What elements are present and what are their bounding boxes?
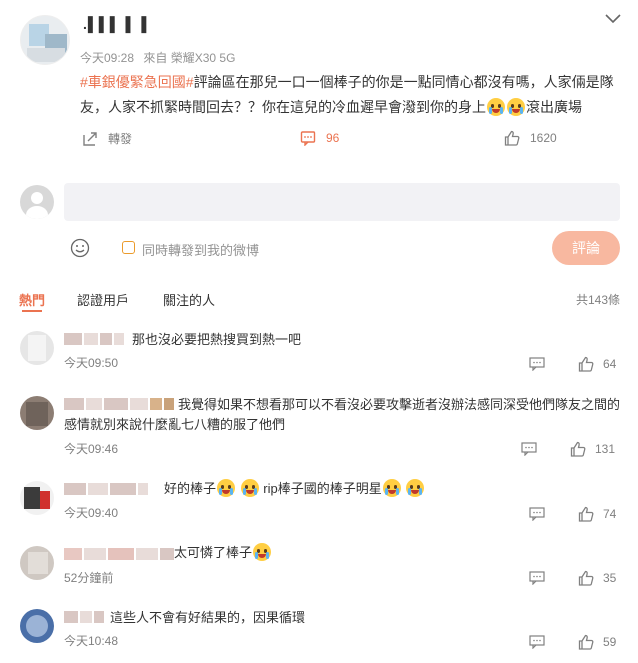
post-meta: 今天09:28 來自 榮耀X30 5G — [80, 49, 235, 66]
reply-icon[interactable] — [529, 507, 545, 521]
comment-like-count: 74 — [603, 507, 617, 521]
repost-checkbox-label[interactable]: 同時轉發到我的微博 — [142, 240, 259, 259]
reply-icon[interactable] — [529, 571, 545, 585]
crying-emoji-icon — [217, 479, 236, 497]
comment-time: 今天10:48 — [64, 634, 119, 648]
tab-following[interactable]: 關注的人 — [163, 290, 215, 309]
thumbs-up-icon — [570, 441, 586, 457]
chevron-down-icon[interactable] — [604, 12, 622, 26]
comment-text: 我覺得如果不想看那可以不看沒必要攻擊逝者沒辦法感同深受他們隊友之間的感情就別來說… — [64, 397, 621, 432]
author-username[interactable]: .▌▌▌ ▌ ▌ — [83, 16, 152, 32]
comment-like-count: 64 — [603, 357, 617, 371]
comment-time: 52分鐘前 — [64, 571, 114, 585]
commenter-name-redacted[interactable] — [64, 547, 174, 561]
comment-filter-tabs: 熱門 認證用戶 關注的人 共143條 — [0, 290, 638, 312]
crying-emoji-icon — [240, 479, 259, 497]
post-time[interactable]: 今天09:28 — [80, 51, 134, 65]
current-user-avatar — [20, 185, 54, 219]
comment-count: 96 — [326, 131, 340, 145]
comment-text-line: 好的棒子 rip棒子國的棒子明星 — [164, 479, 425, 498]
commenter-avatar[interactable] — [20, 481, 54, 515]
comment-like-count: 35 — [603, 571, 617, 585]
comment-input[interactable] — [64, 183, 620, 221]
like-button[interactable]: 1620 — [504, 130, 557, 146]
thumbs-up-icon — [578, 634, 594, 650]
emoji-picker-icon[interactable] — [70, 238, 90, 258]
repost-button[interactable]: 轉發 — [82, 130, 132, 147]
crying-emoji-icon — [253, 543, 272, 561]
commenter-avatar[interactable] — [20, 609, 54, 643]
commenter-avatar[interactable] — [20, 396, 54, 430]
comment-like-button[interactable]: 64 — [578, 356, 616, 372]
reply-icon[interactable] — [529, 635, 545, 649]
commenter-name-redacted[interactable] — [64, 482, 148, 496]
comment-like-button[interactable]: 74 — [578, 506, 616, 522]
submit-comment-button[interactable]: 評論 — [552, 231, 620, 265]
comment-like-button[interactable]: 131 — [570, 441, 615, 457]
crying-emoji-icon — [382, 479, 401, 497]
comment-text-part: rip棒子國的棒子明星 — [263, 481, 382, 496]
comment-button[interactable]: 96 — [300, 130, 339, 146]
comment-text: 太可憐了棒子 — [174, 545, 253, 560]
reply-icon[interactable] — [521, 442, 537, 456]
comment-like-count: 59 — [603, 635, 617, 649]
post-text-end: 滾出廣場 — [526, 99, 582, 115]
commenter-name-redacted[interactable] — [64, 610, 104, 624]
like-count: 1620 — [530, 131, 557, 145]
commenter-avatar[interactable] — [20, 331, 54, 365]
comment-like-count: 131 — [595, 442, 616, 456]
repost-checkbox[interactable] — [122, 241, 135, 254]
reply-icon[interactable] — [529, 357, 545, 371]
comment-text: 那也沒必要把熱搜買到熱一吧 — [132, 332, 302, 347]
comment-time: 今天09:40 — [64, 506, 119, 520]
thumbs-up-icon — [578, 356, 594, 372]
weibo-post: .▌▌▌ ▌ ▌ 今天09:28 來自 榮耀X30 5G #車銀優緊急回國#評論… — [0, 0, 638, 165]
crying-emoji-icon — [487, 98, 505, 116]
crying-emoji-icon — [507, 98, 525, 116]
post-actions: 轉發 96 1620 — [0, 130, 638, 154]
post-content: #車銀優緊急回國#評論區在那兒一口一個棒子的你是一點同情心都沒有嗎，人家倆是隊友… — [80, 70, 625, 120]
thumbs-up-icon — [504, 130, 520, 146]
comment-like-button[interactable]: 35 — [578, 570, 616, 586]
comment-text-part: 好的棒子 — [164, 481, 217, 496]
comment-text: 這些人不會有好結果的，因果循環 — [110, 610, 306, 625]
comment-time: 今天09:50 — [64, 356, 119, 370]
post-source: 來自 榮耀X30 5G — [143, 51, 236, 65]
tab-verified-users[interactable]: 認證用戶 — [77, 290, 129, 309]
comment-text-line: 太可憐了棒子 — [174, 543, 272, 562]
repost-label: 轉發 — [108, 132, 133, 146]
comment-total: 共143條 — [575, 293, 620, 307]
commenter-name-redacted[interactable] — [64, 332, 124, 346]
comment-icon — [300, 131, 316, 146]
comment-like-button[interactable]: 59 — [578, 634, 616, 650]
comment-time: 今天09:46 — [64, 442, 119, 456]
thumbs-up-icon — [578, 570, 594, 586]
thumbs-up-icon — [578, 506, 594, 522]
author-avatar[interactable] — [20, 15, 70, 65]
hashtag-link[interactable]: #車銀優緊急回國# — [80, 74, 194, 90]
repost-icon — [83, 131, 97, 146]
comment-composer: 同時轉發到我的微博 評論 — [0, 183, 638, 273]
commenter-avatar[interactable] — [20, 546, 54, 580]
tab-hot[interactable]: 熱門 — [19, 290, 45, 312]
crying-emoji-icon — [406, 479, 425, 497]
